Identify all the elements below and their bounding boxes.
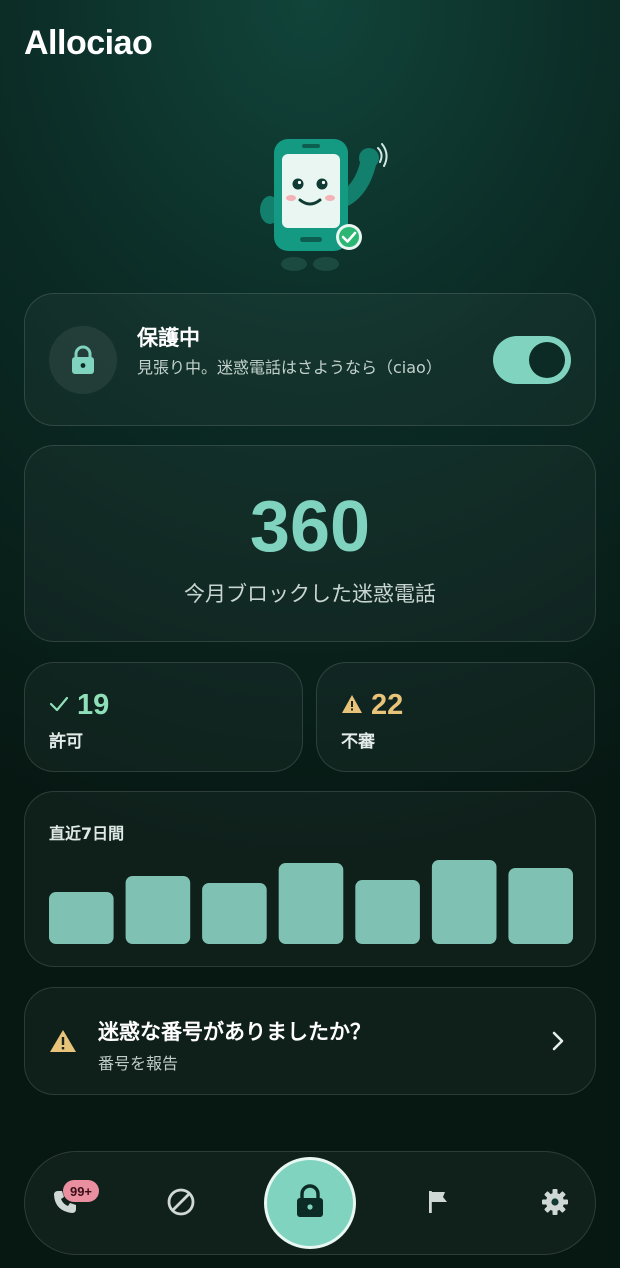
nav-blocked[interactable] <box>165 1188 197 1220</box>
chart-bar-2 <box>125 876 191 944</box>
nav-calls[interactable]: 99+ <box>49 1180 99 1220</box>
gear-icon <box>541 1188 569 1220</box>
protection-card: 保護中 見張り中。迷惑電話はさようなら（ciao） <box>24 293 596 426</box>
suspicious-label: 不審 <box>341 732 375 752</box>
nav-report[interactable] <box>423 1188 455 1220</box>
allowed-label: 許可 <box>49 732 83 752</box>
blocked-count: 360 <box>249 487 371 567</box>
block-icon <box>166 1187 196 1221</box>
protection-description: 見張り中。迷惑電話はさようなら（ciao） <box>137 358 442 377</box>
chart-title: 直近7日間 <box>49 824 125 843</box>
chart-bar-7 <box>508 868 573 944</box>
chart-bar-3 <box>202 883 267 944</box>
chart-bar-6 <box>431 860 497 944</box>
report-subtitle: 番号を報告 <box>98 1054 179 1073</box>
lock-icon <box>49 326 117 394</box>
allowed-stat-card: 19 許可 <box>24 662 303 772</box>
allowed-count: 19 <box>77 689 110 721</box>
suspicious-stat-card: 22 不審 <box>316 662 595 772</box>
bottom-navigation: 99+ <box>24 1151 596 1255</box>
warning-triangle-icon <box>49 1028 77 1058</box>
chart-bar-5 <box>355 880 420 944</box>
blocked-count-label: 今月ブロックした迷惑電話 <box>184 582 436 606</box>
chart-bar-4 <box>278 863 344 944</box>
chevron-right-icon <box>551 1030 565 1056</box>
blocked-count-card: 360 今月ブロックした迷惑電話 <box>24 445 596 642</box>
missed-calls-badge: 99+ <box>63 1180 99 1202</box>
nav-protect[interactable] <box>267 1160 353 1246</box>
app-title: Allociao <box>24 24 153 62</box>
flag-icon <box>427 1189 451 1219</box>
nav-settings[interactable] <box>539 1188 571 1220</box>
weekly-chart-card: 直近7日間 <box>24 791 596 967</box>
protection-toggle[interactable] <box>493 336 571 384</box>
weekly-bar-chart <box>49 852 573 944</box>
report-title: 迷惑な番号がありましたか？ <box>98 1020 371 1044</box>
mascot-illustration <box>250 136 390 276</box>
lock-icon <box>295 1184 325 1222</box>
toggle-knob <box>529 342 565 378</box>
protection-status-title: 保護中 <box>137 326 200 350</box>
report-number-card[interactable]: 迷惑な番号がありましたか？ 番号を報告 <box>24 987 596 1095</box>
warning-triangle-icon <box>341 694 363 718</box>
chart-bar-1 <box>49 892 114 944</box>
suspicious-count: 22 <box>371 689 404 721</box>
check-icon <box>49 694 69 718</box>
